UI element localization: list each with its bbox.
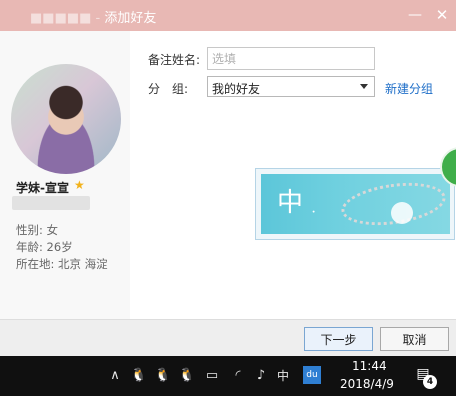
window-title: ■■■■■ - 添加好友	[30, 7, 156, 26]
profile-gender: 性别: 女	[16, 223, 59, 237]
ad-image: 中 ॱ	[261, 174, 450, 234]
ad-banner[interactable]: 中 ॱ	[255, 168, 455, 240]
qq-tray-icon[interactable]: 🐧	[130, 368, 148, 384]
window-title-text: 添加好友	[104, 11, 157, 26]
clock-date[interactable]: 2018/4/9	[340, 377, 394, 391]
blurred-account-id	[12, 196, 90, 210]
dropdown-arrow-icon	[360, 84, 368, 89]
qq-tray-icon[interactable]: 🐧	[154, 368, 172, 384]
close-button[interactable]: ✕	[432, 5, 452, 25]
volume-icon[interactable]: ♪	[252, 368, 270, 384]
star-icon: ★	[74, 178, 85, 192]
chevron-up-icon[interactable]: ∧	[107, 368, 123, 384]
profile-age: 年龄: 26岁	[16, 240, 73, 254]
title-bar[interactable]: ■■■■■ - 添加好友 — ✕	[0, 0, 456, 31]
notification-badge: 4	[423, 375, 437, 389]
profile-panel: 学妹-宣宣 ★ 性别: 女 年龄: 26岁 所在地: 北京 海淀	[0, 31, 130, 319]
group-select[interactable]: 我的好友	[207, 76, 375, 97]
baidu-tray-icon[interactable]: du	[303, 366, 321, 384]
profile-name: 学妹-宣宣	[16, 181, 69, 195]
battery-icon[interactable]: ▭	[203, 368, 221, 384]
profile-location: 所在地: 北京 海淀	[16, 257, 108, 271]
ime-icon[interactable]: 中	[275, 368, 291, 384]
wifi-icon[interactable]: ◜	[229, 368, 247, 384]
minimize-button[interactable]: —	[405, 5, 425, 25]
ad-swirl: ॱ	[311, 206, 317, 225]
remark-name-label: 备注姓名:	[148, 53, 201, 67]
group-label: 分 组:	[148, 82, 189, 96]
window-title-blurred: ■■■■■ -	[30, 11, 105, 26]
flower-graphic	[391, 202, 413, 224]
remark-name-input[interactable]	[207, 47, 375, 70]
taskbar: ∧ 🐧 🐧 🐧 ▭ ◜ ♪ 中 du 11:44 2018/4/9 ▤ 4	[0, 356, 456, 396]
ad-char: 中	[277, 188, 304, 218]
add-friend-dialog: ■■■■■ - 添加好友 — ✕ 学妹-宣宣 ★ 性别: 女 年龄: 26岁 所…	[0, 0, 456, 356]
qq-tray-icon[interactable]: 🐧	[178, 368, 196, 384]
group-select-value: 我的好友	[212, 82, 261, 96]
dialog-footer: 下一步 取消	[0, 319, 456, 356]
clock-time[interactable]: 11:44	[352, 359, 387, 373]
next-step-button[interactable]: 下一步	[304, 327, 373, 351]
cancel-button[interactable]: 取消	[380, 327, 449, 351]
avatar	[11, 64, 121, 174]
new-group-link[interactable]: 新建分组	[385, 80, 433, 97]
